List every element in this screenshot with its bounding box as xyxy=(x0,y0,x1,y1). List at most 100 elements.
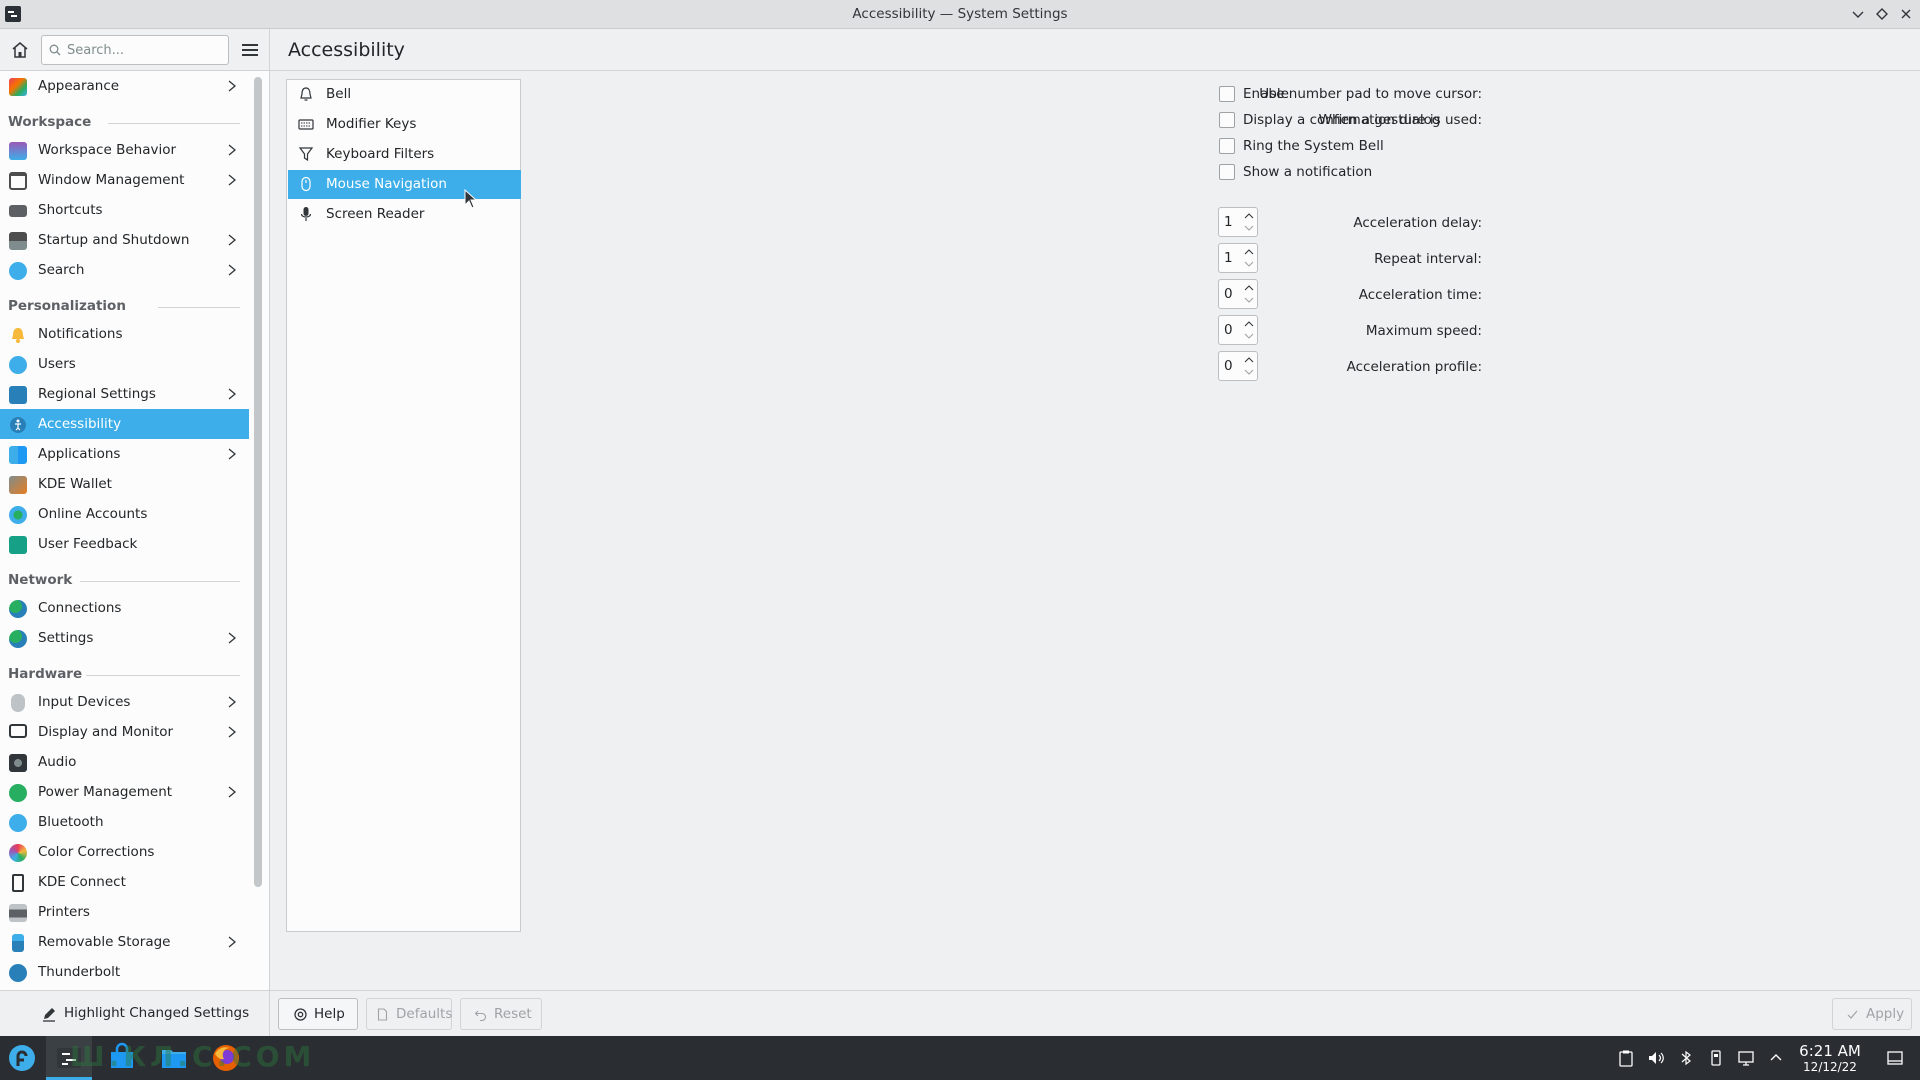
sidebar-item-label: Regional Settings xyxy=(38,386,156,402)
usb-device-icon[interactable] xyxy=(1707,1049,1725,1067)
sidebar-item-removable-storage[interactable]: Removable Storage xyxy=(0,927,249,957)
sidebar-item-accessibility[interactable]: Accessibility xyxy=(0,409,249,439)
spin-down-icon[interactable] xyxy=(1243,331,1255,341)
home-icon[interactable] xyxy=(8,38,32,62)
taskbar: Ш.КЛ.С.COM 6:21 AM 12/12/22 xyxy=(0,1036,1920,1080)
highlight-changed-settings-label: Highlight Changed Settings xyxy=(64,1005,250,1021)
sidebar-item-input-devices[interactable]: Input Devices xyxy=(0,687,249,717)
sidebar-item-color-corrections[interactable]: Color Corrections xyxy=(0,837,249,867)
sidebar-item-kde-wallet[interactable]: KDE Wallet xyxy=(0,469,249,499)
subnav-item-modifier-keys[interactable]: Modifier Keys xyxy=(288,110,521,139)
wallet-icon xyxy=(9,476,27,494)
sidebar-item-audio[interactable]: Audio xyxy=(0,747,249,777)
sidebar-item-users[interactable]: Users xyxy=(0,349,249,379)
sidebar-item-applications[interactable]: Applications xyxy=(0,439,249,469)
spinbox-value: 0 xyxy=(1224,358,1233,374)
chevron-right-icon xyxy=(228,726,237,738)
sidebar-item-online-accounts[interactable]: Online Accounts xyxy=(0,499,249,529)
ring-bell-checkbox[interactable] xyxy=(1219,138,1235,154)
section-divider xyxy=(158,307,240,308)
sidebar-item-bluetooth[interactable]: Bluetooth xyxy=(0,807,249,837)
confirmation-dialog-checkbox[interactable] xyxy=(1219,112,1235,128)
spin-up-icon[interactable] xyxy=(1243,211,1255,221)
section-header-workspace: Workspace xyxy=(8,114,92,130)
reset-button[interactable]: Reset xyxy=(460,998,542,1030)
hamburger-menu-icon[interactable] xyxy=(238,38,262,62)
sidebar-scrollbar[interactable] xyxy=(254,77,262,887)
subnav-item-label: Modifier Keys xyxy=(326,116,417,132)
defaults-button[interactable]: Defaults xyxy=(366,998,452,1030)
sidebar-item-startup-shutdown[interactable]: Startup and Shutdown xyxy=(0,225,249,255)
clock-time[interactable]: 6:21 AM xyxy=(1795,1042,1865,1060)
sidebar-item-user-feedback[interactable]: User Feedback xyxy=(0,529,249,559)
highlight-changed-settings-button[interactable]: Highlight Changed Settings xyxy=(36,1001,249,1027)
sidebar-item-power-management[interactable]: Power Management xyxy=(0,777,249,807)
fedora-launcher-icon[interactable] xyxy=(6,1042,38,1074)
acceleration-profile-spinbox[interactable]: 0 xyxy=(1218,351,1258,381)
sidebar-item-label: Accessibility xyxy=(38,416,122,432)
sidebar-item-label: Window Management xyxy=(38,172,185,188)
section-divider xyxy=(80,581,240,582)
subnav-item-mouse-navigation[interactable]: Mouse Navigation xyxy=(288,170,521,199)
sidebar-item-notifications[interactable]: Notifications xyxy=(0,319,249,349)
spin-up-icon[interactable] xyxy=(1243,247,1255,257)
subnav-item-screen-reader[interactable]: Screen Reader xyxy=(288,200,521,229)
maximum-speed-spinbox[interactable]: 0 xyxy=(1218,315,1258,345)
sidebar-item-search[interactable]: Search xyxy=(0,255,249,285)
spin-down-icon[interactable] xyxy=(1243,295,1255,305)
sidebar-item-printers[interactable]: Printers xyxy=(0,897,249,927)
regional-icon xyxy=(9,386,27,404)
power-icon xyxy=(9,784,27,802)
bluetooth-icon[interactable] xyxy=(1677,1049,1695,1067)
maximize-icon[interactable] xyxy=(1872,4,1892,24)
apply-button[interactable]: Apply xyxy=(1832,998,1912,1030)
search-field[interactable] xyxy=(41,35,229,65)
show-notification-checkbox[interactable] xyxy=(1219,164,1235,180)
spinbox-value: 1 xyxy=(1224,250,1233,266)
bell-icon xyxy=(12,328,24,343)
chevron-right-icon xyxy=(228,388,237,400)
subnav-item-keyboard-filters[interactable]: Keyboard Filters xyxy=(288,140,521,169)
help-button[interactable]: Help xyxy=(278,998,358,1030)
acceleration-time-spinbox[interactable]: 0 xyxy=(1218,279,1258,309)
sidebar-item-network-settings[interactable]: Settings xyxy=(0,623,249,653)
repeat-interval-spinbox[interactable]: 1 xyxy=(1218,243,1258,273)
spin-down-icon[interactable] xyxy=(1243,223,1255,233)
clipboard-icon[interactable] xyxy=(1617,1049,1635,1067)
enable-checkbox[interactable] xyxy=(1219,86,1235,102)
sidebar-item-thunderbolt[interactable]: Thunderbolt xyxy=(0,957,249,987)
spin-up-icon[interactable] xyxy=(1243,283,1255,293)
sidebar-header xyxy=(0,29,270,71)
spin-up-icon[interactable] xyxy=(1243,355,1255,365)
volume-icon[interactable] xyxy=(1647,1049,1665,1067)
spin-down-icon[interactable] xyxy=(1243,259,1255,269)
minimize-icon[interactable] xyxy=(1848,4,1868,24)
chevron-right-icon xyxy=(228,448,237,460)
sidebar-item-label: Workspace Behavior xyxy=(38,142,177,158)
sidebar-item-connections[interactable]: Connections xyxy=(0,593,249,623)
spin-down-icon[interactable] xyxy=(1243,367,1255,377)
network-icon[interactable] xyxy=(1737,1049,1755,1067)
sidebar-item-kde-connect[interactable]: KDE Connect xyxy=(0,867,249,897)
sidebar-item-regional-settings[interactable]: Regional Settings xyxy=(0,379,249,409)
subnav-item-bell[interactable]: Bell xyxy=(288,80,521,109)
acceleration-time-label: Acceleration time: xyxy=(1358,287,1482,303)
sidebar-item-shortcuts[interactable]: Shortcuts xyxy=(0,195,249,225)
spin-up-icon[interactable] xyxy=(1243,319,1255,329)
applications-icon xyxy=(9,446,27,464)
sidebar-item-display-monitor[interactable]: Display and Monitor xyxy=(0,717,249,747)
sidebar-item-workspace-behavior[interactable]: Workspace Behavior xyxy=(0,135,249,165)
color-icon xyxy=(9,844,27,862)
printer-icon xyxy=(9,904,27,922)
sidebar-item-window-management[interactable]: Window Management xyxy=(0,165,249,195)
search-input[interactable] xyxy=(67,40,222,60)
sidebar-item-label: Input Devices xyxy=(38,694,131,710)
microphone-icon xyxy=(300,207,312,221)
close-icon[interactable] xyxy=(1896,4,1916,24)
chevron-up-icon[interactable] xyxy=(1767,1049,1785,1067)
sidebar-item-appearance[interactable]: Appearance xyxy=(0,71,249,101)
acceleration-delay-spinbox[interactable]: 1 xyxy=(1218,207,1258,237)
section-header-network: Network xyxy=(8,572,73,588)
show-desktop-icon[interactable] xyxy=(1886,1049,1904,1067)
clock-date[interactable]: 12/12/22 xyxy=(1795,1060,1865,1074)
